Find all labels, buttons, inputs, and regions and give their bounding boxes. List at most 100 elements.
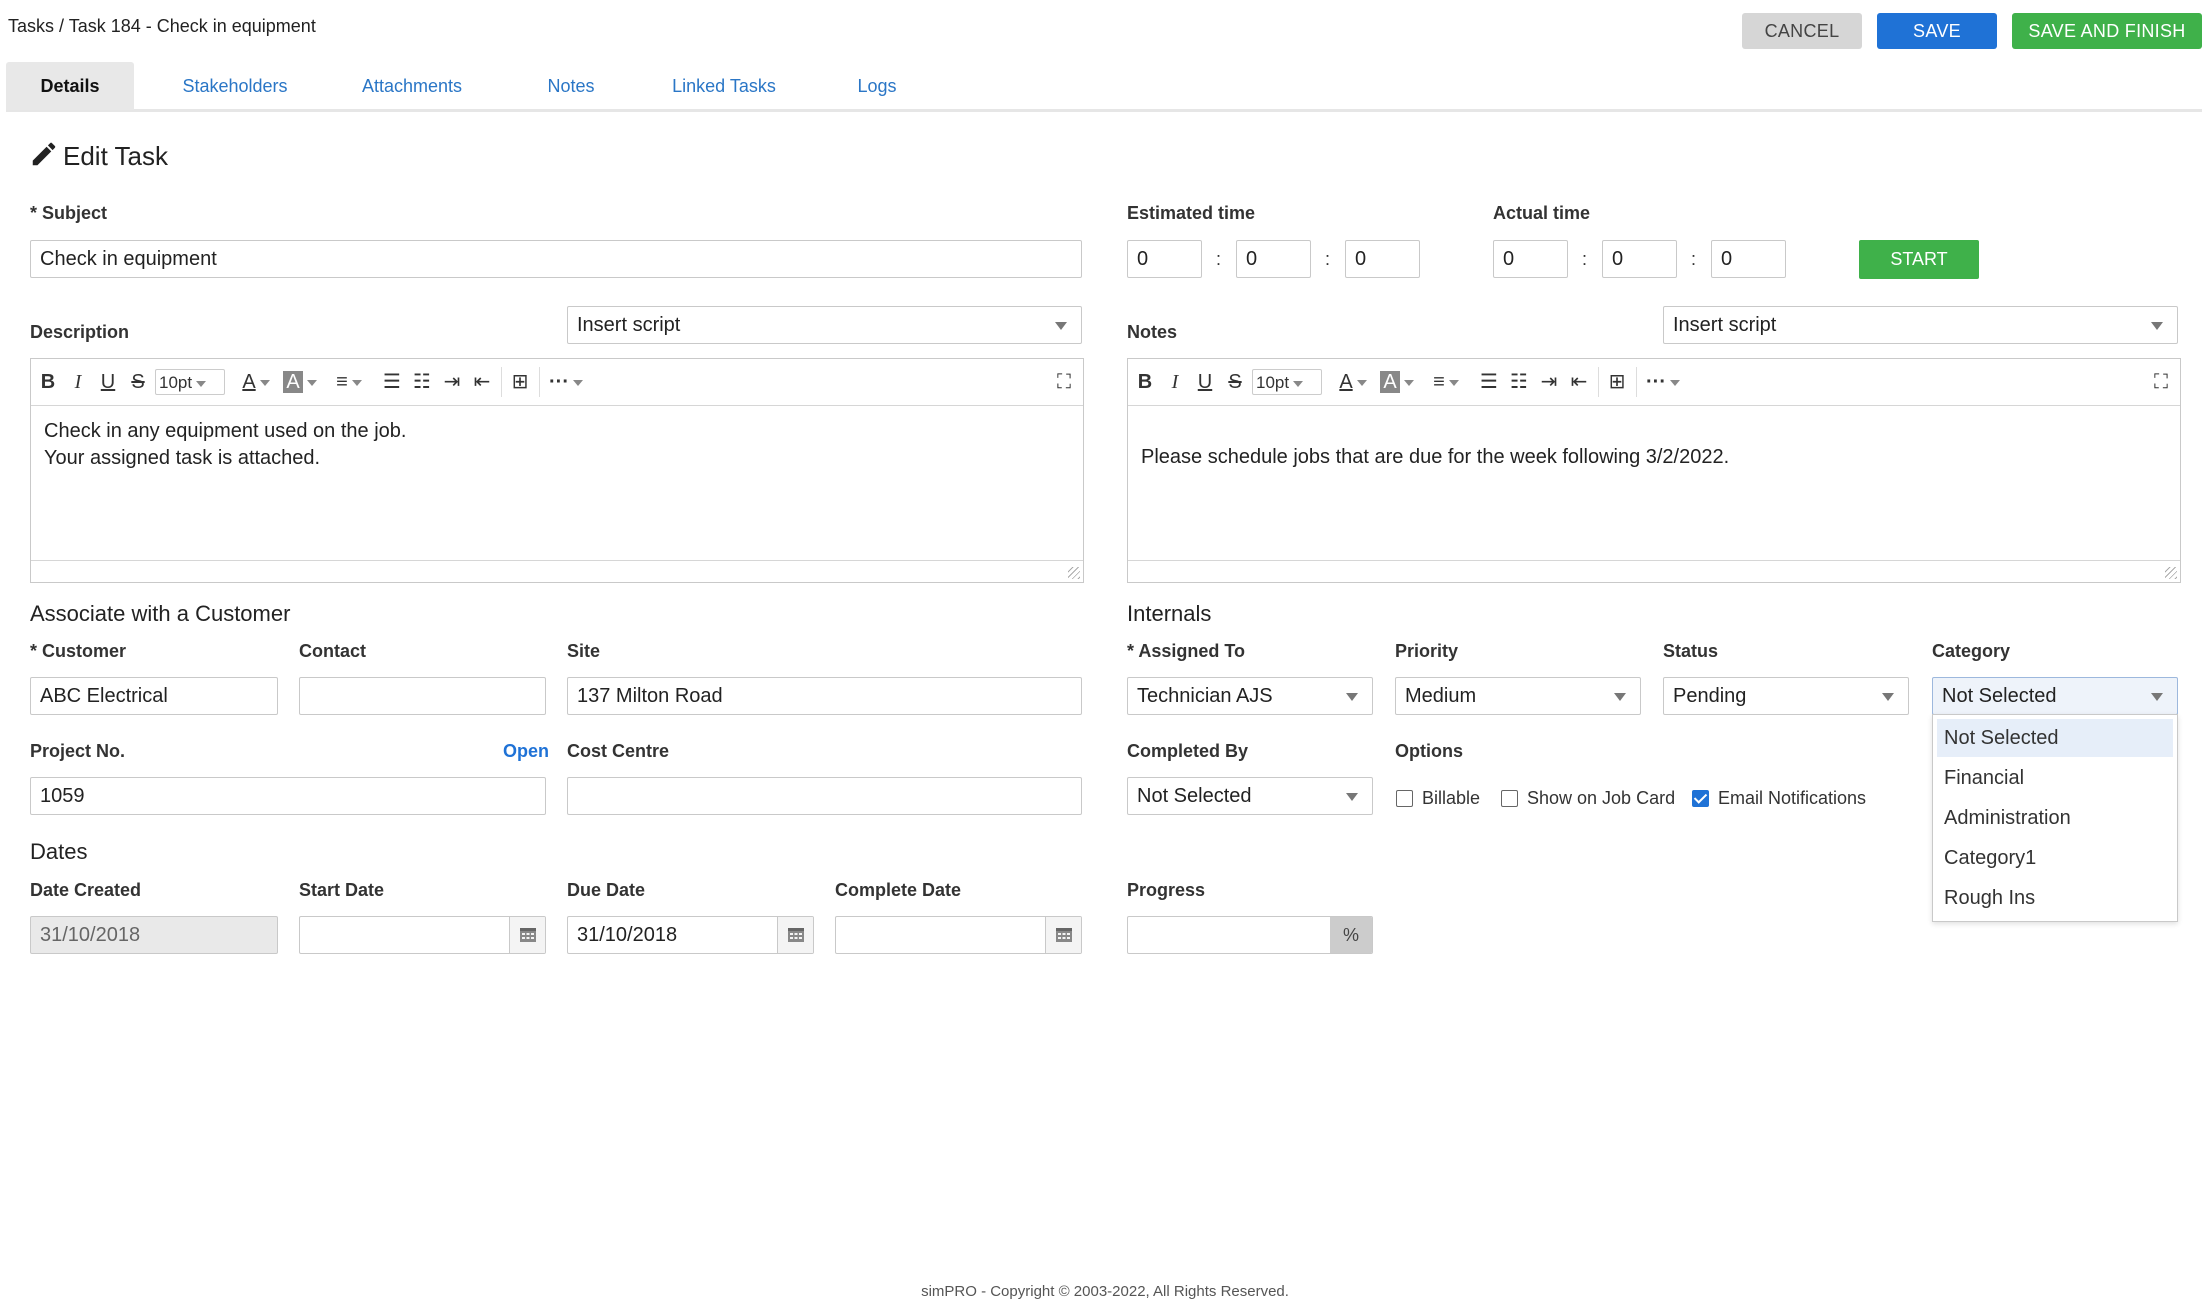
priority-label: Priority (1395, 641, 1459, 661)
font-size-select[interactable]: 10pt (155, 369, 225, 395)
tab-notes[interactable]: Notes (531, 62, 611, 110)
progress-input[interactable]: % (1127, 916, 1373, 954)
highlight-color-icon[interactable]: A (279, 369, 321, 395)
category-option[interactable]: Category1 (1937, 839, 2173, 877)
tab-linked-tasks[interactable]: Linked Tasks (658, 62, 790, 110)
more-options-icon[interactable]: ··· (1640, 369, 1686, 395)
contact-input[interactable] (299, 677, 546, 715)
numbered-list-icon[interactable]: ☷ (409, 369, 435, 395)
highlight-color-icon[interactable]: A (1376, 369, 1418, 395)
completed-by-select[interactable]: Not Selected (1127, 777, 1373, 815)
resize-grip-icon[interactable] (1068, 567, 1080, 579)
table-icon[interactable]: ⊞ (505, 369, 535, 395)
category-option[interactable]: Not Selected (1937, 719, 2173, 757)
tab-stakeholders[interactable]: Stakeholders (161, 62, 309, 110)
start-date-input[interactable] (299, 916, 546, 954)
show-on-job-card-label: Show on Job Card (1527, 788, 1676, 808)
toolbar-divider (1598, 367, 1599, 397)
strikethrough-icon[interactable]: S (1224, 369, 1246, 395)
toolbar-divider (501, 367, 502, 397)
calendar-icon[interactable] (1045, 917, 1081, 953)
indent-icon[interactable]: ⇥ (439, 369, 465, 395)
text-color-icon[interactable]: A (1332, 369, 1374, 395)
calendar-icon[interactable] (777, 917, 813, 953)
text-color-icon[interactable]: A (235, 369, 277, 395)
assigned-to-select[interactable]: Technician AJS (1127, 677, 1373, 715)
bullet-list-icon[interactable]: ☰ (379, 369, 405, 395)
underline-icon[interactable]: U (1194, 369, 1216, 395)
bold-icon[interactable]: B (1134, 369, 1156, 395)
align-icon[interactable]: ≡ (327, 369, 371, 395)
complete-date-input[interactable] (835, 916, 1082, 954)
project-no-input[interactable]: 1059 (30, 777, 546, 815)
due-date-label: Due Date (567, 880, 646, 900)
align-icon[interactable]: ≡ (1424, 369, 1468, 395)
category-dropdown-list: Not Selected Financial Administration Ca… (1932, 714, 2178, 922)
description-insert-script-select[interactable]: Insert script (567, 306, 1082, 344)
cancel-button[interactable]: CANCEL (1742, 13, 1862, 49)
progress-label: Progress (1127, 880, 1206, 900)
italic-icon[interactable]: I (1164, 369, 1186, 395)
actual-hours-input[interactable]: 0 (1493, 240, 1568, 278)
actual-minutes-input[interactable]: 0 (1602, 240, 1677, 278)
site-input[interactable]: 137 Milton Road (567, 677, 1082, 715)
save-and-finish-button[interactable]: SAVE AND FINISH (2012, 13, 2202, 49)
subject-input[interactable]: Check in equipment (30, 240, 1082, 278)
colon-separator: : (1691, 249, 1697, 269)
numbered-list-icon[interactable]: ☷ (1506, 369, 1532, 395)
description-toolbar: B I U S 10pt A A ≡ ☰ ☷ ⇥ ⇤ ⊞ ··· ⛶ (31, 359, 1083, 406)
resize-grip-icon[interactable] (2165, 567, 2177, 579)
estimated-minutes-input[interactable]: 0 (1236, 240, 1311, 278)
category-option[interactable]: Financial (1937, 759, 2173, 797)
email-notifications-label: Email Notifications (1718, 788, 1867, 808)
calendar-icon[interactable] (509, 917, 545, 953)
editor-statusbar (31, 560, 1083, 582)
show-on-job-card-checkbox[interactable] (1501, 790, 1518, 807)
billable-checkbox[interactable] (1396, 790, 1413, 807)
page-title: Edit Task (63, 141, 169, 171)
notes-insert-script-select[interactable]: Insert script (1663, 306, 2178, 344)
start-timer-button[interactable]: START (1859, 240, 1979, 279)
more-options-icon[interactable]: ··· (543, 369, 589, 395)
italic-icon[interactable]: I (67, 369, 89, 395)
strikethrough-icon[interactable]: S (127, 369, 149, 395)
outdent-icon[interactable]: ⇤ (469, 369, 495, 395)
open-project-link[interactable]: Open (503, 741, 549, 762)
category-label: Category (1932, 641, 2011, 661)
tab-attachments[interactable]: Attachments (343, 62, 481, 110)
bullet-list-icon[interactable]: ☰ (1476, 369, 1502, 395)
indent-icon[interactable]: ⇥ (1536, 369, 1562, 395)
status-select[interactable]: Pending (1663, 677, 1909, 715)
notes-content[interactable]: Please schedule jobs that are due for th… (1128, 406, 2180, 560)
category-select[interactable]: Not Selected (1932, 677, 2178, 715)
actual-seconds-input[interactable]: 0 (1711, 240, 1786, 278)
cost-centre-input[interactable] (567, 777, 1082, 815)
notes-editor[interactable]: B I U S 10pt A A ≡ ☰ ☷ ⇥ ⇤ ⊞ ··· ⛶ Pleas… (1127, 358, 2181, 583)
internals-section-title: Internals (1127, 601, 1212, 626)
priority-select[interactable]: Medium (1395, 677, 1641, 715)
tab-details[interactable]: Details (6, 62, 134, 110)
outdent-icon[interactable]: ⇤ (1566, 369, 1592, 395)
start-date-label: Start Date (299, 880, 385, 900)
fullscreen-icon[interactable]: ⛶ (2146, 369, 2176, 395)
due-date-input[interactable]: 31/10/2018 (567, 916, 814, 954)
font-size-select[interactable]: 10pt (1252, 369, 1322, 395)
subject-label: * Subject (30, 203, 108, 223)
save-button[interactable]: SAVE (1877, 13, 1997, 49)
category-option[interactable]: Administration (1937, 799, 2173, 837)
customer-label: * Customer (30, 641, 127, 661)
customer-input[interactable]: ABC Electrical (30, 677, 278, 715)
description-editor[interactable]: B I U S 10pt A A ≡ ☰ ☷ ⇥ ⇤ ⊞ ··· ⛶ Check… (30, 358, 1084, 583)
bold-icon[interactable]: B (37, 369, 59, 395)
description-content[interactable]: Check in any equipment used on the job. … (31, 406, 1083, 560)
table-icon[interactable]: ⊞ (1602, 369, 1632, 395)
email-notifications-checkbox[interactable] (1692, 790, 1709, 807)
percent-addon: % (1330, 917, 1372, 953)
underline-icon[interactable]: U (97, 369, 119, 395)
category-option[interactable]: Rough Ins (1937, 879, 2173, 917)
tab-logs[interactable]: Logs (844, 62, 910, 110)
estimated-hours-input[interactable]: 0 (1127, 240, 1202, 278)
estimated-seconds-input[interactable]: 0 (1345, 240, 1420, 278)
estimated-time-label: Estimated time (1127, 203, 1256, 223)
fullscreen-icon[interactable]: ⛶ (1049, 369, 1079, 395)
